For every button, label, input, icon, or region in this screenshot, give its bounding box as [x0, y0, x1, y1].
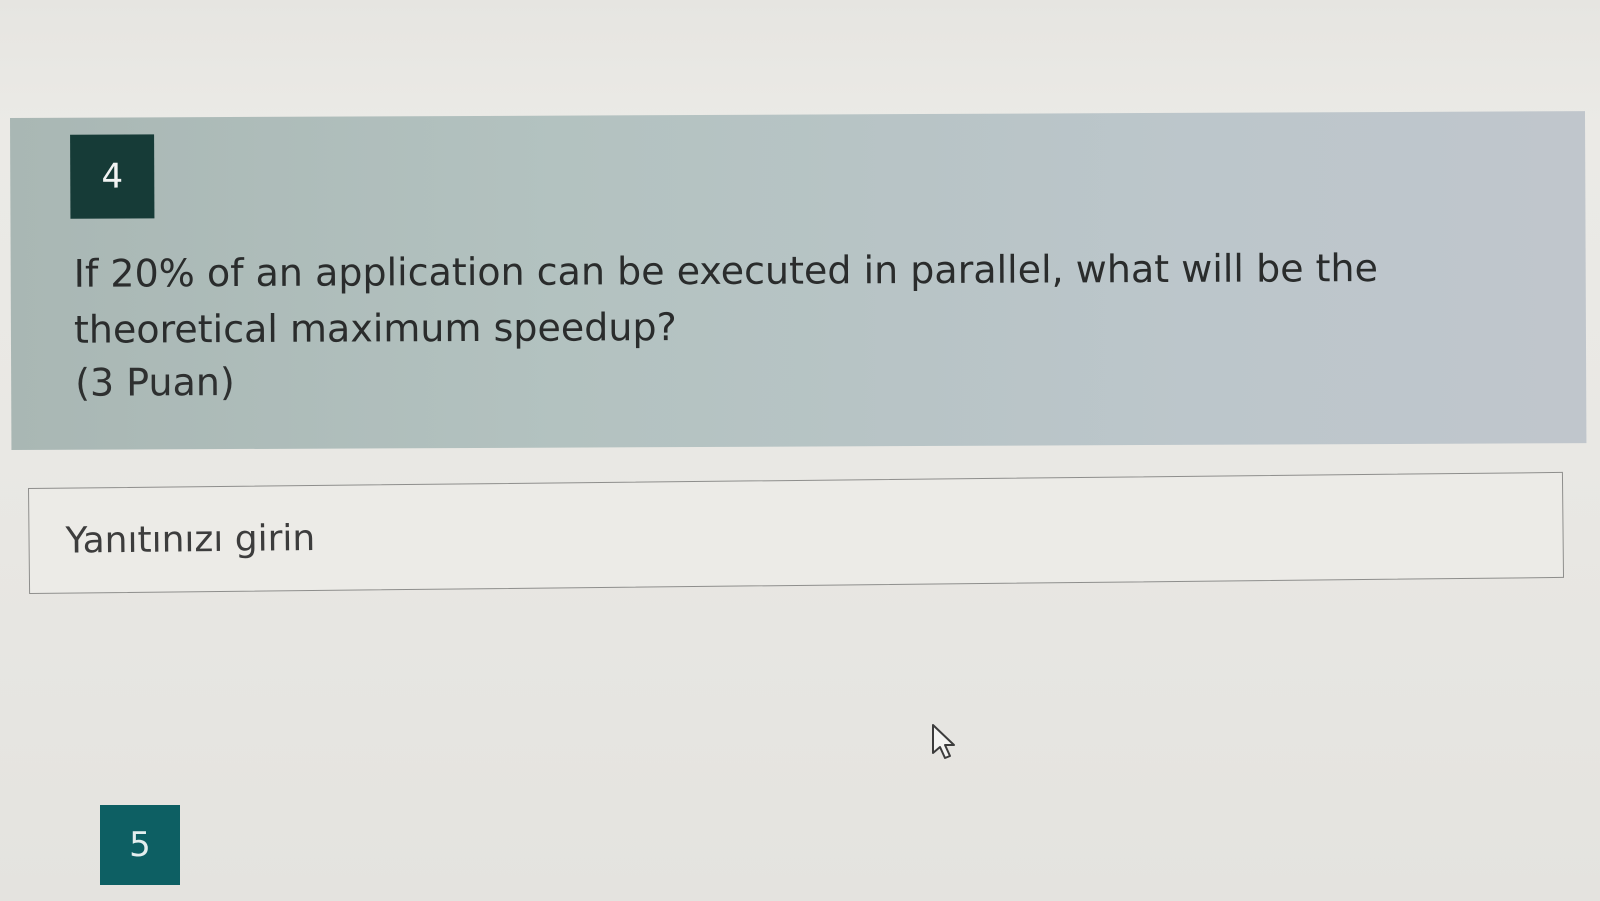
question-number-badge: 4 — [70, 134, 155, 219]
answer-input[interactable] — [28, 471, 1565, 594]
question-text: If 20% of an application can be executed… — [73, 246, 1379, 352]
next-question-number-badge: 5 — [100, 805, 180, 885]
question-points: (3 Puan) — [75, 360, 235, 405]
mouse-pointer-icon — [932, 724, 955, 759]
question-card: 4 If 20% of an application can be execut… — [10, 111, 1587, 450]
